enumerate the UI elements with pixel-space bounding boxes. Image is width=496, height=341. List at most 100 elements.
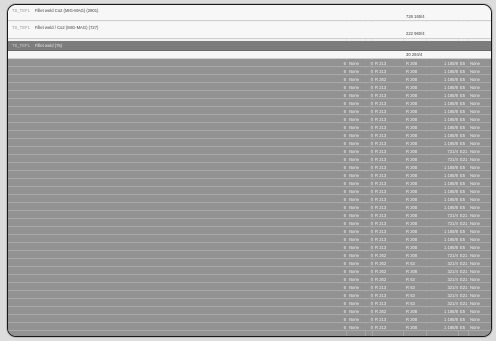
row-index-cell: 0 — [370, 125, 373, 130]
row-class-cell: E21 — [460, 261, 468, 266]
row-length-cell: 1 185/8 — [444, 133, 458, 138]
table-row[interactable]: 6 None 0 R 213 R 208 1 185/8 E5 None — [8, 100, 491, 107]
row-count-cell: 6 — [343, 85, 346, 90]
row-length-cell: 1 185/8 — [444, 189, 458, 194]
table-row[interactable]: 6 None 0 R 262 R 208 721/4 E21 None — [8, 252, 491, 259]
group-header-row[interactable]: TS_TEF1 Fillet weld Co2 (MIG-MAG) (2801) … — [8, 5, 491, 21]
row-count-cell: 6 — [343, 141, 346, 146]
table-row[interactable]: 6 None 0 R 213 R 208 721/4 E21 None — [8, 148, 491, 155]
row-ref-a-cell: R 262 — [375, 253, 387, 258]
table-row[interactable]: 6 None 0 R 213 R 208 1 185/8 E5 None — [8, 172, 491, 179]
table-row[interactable]: 6 None 0 R 213 R 208 1 185/8 E5 None — [8, 228, 491, 235]
row-none-cell: None — [470, 221, 481, 226]
row-none-cell: None — [349, 173, 360, 178]
table-row[interactable]: 6 None 0 R 213 R 208 1 185/8 E5 None — [8, 68, 491, 75]
row-length-cell: 721/4 — [447, 157, 458, 162]
table-row[interactable]: 6 None 0 R 213 R 208 1 185/8 E5 None — [8, 164, 491, 171]
row-count-cell: 6 — [343, 213, 346, 218]
group-header-row[interactable]: TS_TEF1 Fillet weld / Co2 (MIG-MAG) (727)… — [8, 22, 491, 39]
row-class-cell: E5 — [460, 125, 466, 130]
row-none-cell: None — [349, 317, 360, 322]
table-row[interactable]: 6 None 0 R 262 R 63 321/4 E21 None — [8, 276, 491, 283]
row-index-cell: 0 — [370, 285, 373, 290]
table-row[interactable]: 6 None 0 R 213 R 208 721/4 E21 None — [8, 156, 491, 163]
row-length-cell: 1 185/8 — [444, 205, 458, 210]
row-class-cell: E5 — [460, 165, 466, 170]
row-class-cell: E5 — [460, 117, 466, 122]
table-row[interactable]: 6 None 0 R 213 R 208 1 185/8 E5 None — [8, 108, 491, 115]
row-ref-b-cell: R 208 — [406, 101, 418, 106]
table-row[interactable]: 6 None 0 R 213 R 208 1 185/8 E5 None — [8, 196, 491, 203]
table-row[interactable]: 6 None 0 R 262 R 208 321/4 E21 None — [8, 268, 491, 275]
table-row[interactable]: 6 None 0 R 213 R 208 1 185/8 E5 None — [8, 60, 491, 67]
row-class-cell: E5 — [460, 245, 466, 250]
row-none-cell: None — [470, 197, 481, 202]
row-ref-a-cell: R 213 — [375, 189, 387, 194]
table-row[interactable]: 6 None 0 R 213 R 63 321/4 E21 None — [8, 300, 491, 307]
row-none-cell: None — [349, 189, 360, 194]
table-row[interactable]: 6 None 0 R 213 R 208 1 185/8 E5 None — [8, 204, 491, 211]
table-row[interactable]: 6 None 0 R 213 R 208 1 185/8 E5 None — [8, 132, 491, 139]
row-class-cell: E21 — [460, 213, 468, 218]
row-index-cell: 0 — [370, 181, 373, 186]
group-key: TS_TEF1 — [12, 8, 30, 13]
table-row[interactable]: 6 None 0 R 213 R 208 721/4 E21 None — [8, 212, 491, 219]
row-count-cell: 6 — [343, 325, 346, 330]
group-header-label: TS_TEF1 Fillet weld Co2 (MIG-MAG) (2801) — [12, 8, 98, 13]
row-count-cell: 6 — [343, 125, 346, 130]
group-subtotal-row: 30 294/4 — [8, 51, 491, 59]
row-ref-a-cell: R 213 — [375, 181, 387, 186]
row-none-cell: None — [470, 157, 481, 162]
table-row[interactable]: 6 None 0 R 213 R 208 1 185/8 E5 None — [8, 116, 491, 123]
row-length-cell: 1 185/8 — [444, 165, 458, 170]
row-none-cell: None — [470, 309, 481, 314]
row-none-cell: None — [349, 293, 360, 298]
row-none-cell: None — [470, 69, 481, 74]
table-row[interactable]: 6 None 0 R 213 R 208 1 185/8 E5 None — [8, 324, 491, 331]
row-index-cell: 0 — [370, 85, 373, 90]
row-class-cell: E21 — [460, 285, 468, 290]
row-ref-b-cell: R 208 — [406, 221, 418, 226]
row-none-cell: None — [470, 165, 481, 170]
table-row[interactable]: 6 None 0 R 262 R 63 321/4 E21 None — [8, 260, 491, 267]
table-row[interactable]: 6 None 0 R 213 R 63 321/4 E21 None — [8, 284, 491, 291]
selected-group-header-row[interactable]: TS_TEF1 Fillet weld (75) — [8, 41, 491, 51]
row-ref-a-cell: R 213 — [375, 93, 387, 98]
table-row[interactable]: 6 None 0 R 213 R 208 1 185/8 E5 None — [8, 124, 491, 131]
table-row[interactable]: 6 None 0 R 262 R 208 1 185/8 E5 None — [8, 76, 491, 83]
row-class-cell: E5 — [460, 205, 466, 210]
table-row[interactable]: 6 None 0 R 213 R 208 1 185/8 E5 None — [8, 84, 491, 91]
row-index-cell: 0 — [370, 301, 373, 306]
row-count-cell: 6 — [343, 277, 346, 282]
row-none-cell: None — [470, 237, 481, 242]
row-count-cell: 6 — [343, 205, 346, 210]
row-ref-a-cell: R 213 — [375, 109, 387, 114]
table-row[interactable]: 6 None 0 R 213 R 208 721/4 E21 None — [8, 220, 491, 227]
row-index-cell: 0 — [370, 317, 373, 322]
table-row[interactable]: 6 None 0 R 213 R 63 321/4 E21 None — [8, 292, 491, 299]
table-row[interactable]: 6 None 0 R 213 R 208 1 185/8 E5 None — [8, 188, 491, 195]
row-count-cell: 6 — [343, 269, 346, 274]
table-row[interactable]: 6 None 0 R 213 R 208 1 185/8 E5 None — [8, 244, 491, 251]
row-ref-b-cell: R 208 — [406, 213, 418, 218]
row-index-cell: 0 — [370, 229, 373, 234]
row-none-cell: None — [349, 181, 360, 186]
table-row[interactable]: 6 None 0 R 213 R 208 1 185/8 E5 None — [8, 180, 491, 187]
table-row[interactable]: 6 None 0 R 213 R 208 1 185/8 E5 None — [8, 236, 491, 243]
row-class-cell: E21 — [460, 293, 468, 298]
row-none-cell: None — [349, 213, 360, 218]
row-class-cell: E5 — [460, 237, 466, 242]
row-none-cell: None — [470, 317, 481, 322]
table-row[interactable]: 6 None 0 R 213 R 208 1 185/8 E5 None — [8, 140, 491, 147]
table-row[interactable]: 6 None 0 R 213 R 208 1 185/8 E5 None — [8, 316, 491, 323]
row-ref-a-cell: R 213 — [375, 213, 387, 218]
row-class-cell: E5 — [460, 189, 466, 194]
row-index-cell: 0 — [370, 205, 373, 210]
table-row[interactable]: 6 None 0 R 213 R 208 1 185/8 E5 None — [8, 92, 491, 99]
row-ref-a-cell: R 213 — [375, 157, 387, 162]
row-class-cell: E5 — [460, 101, 466, 106]
row-length-cell: 1 185/8 — [444, 125, 458, 130]
table-row[interactable]: 6 None 0 R 262 R 208 1 185/8 E5 None — [8, 308, 491, 315]
row-length-cell: 1 185/8 — [444, 325, 458, 330]
row-class-cell: E5 — [460, 325, 466, 330]
